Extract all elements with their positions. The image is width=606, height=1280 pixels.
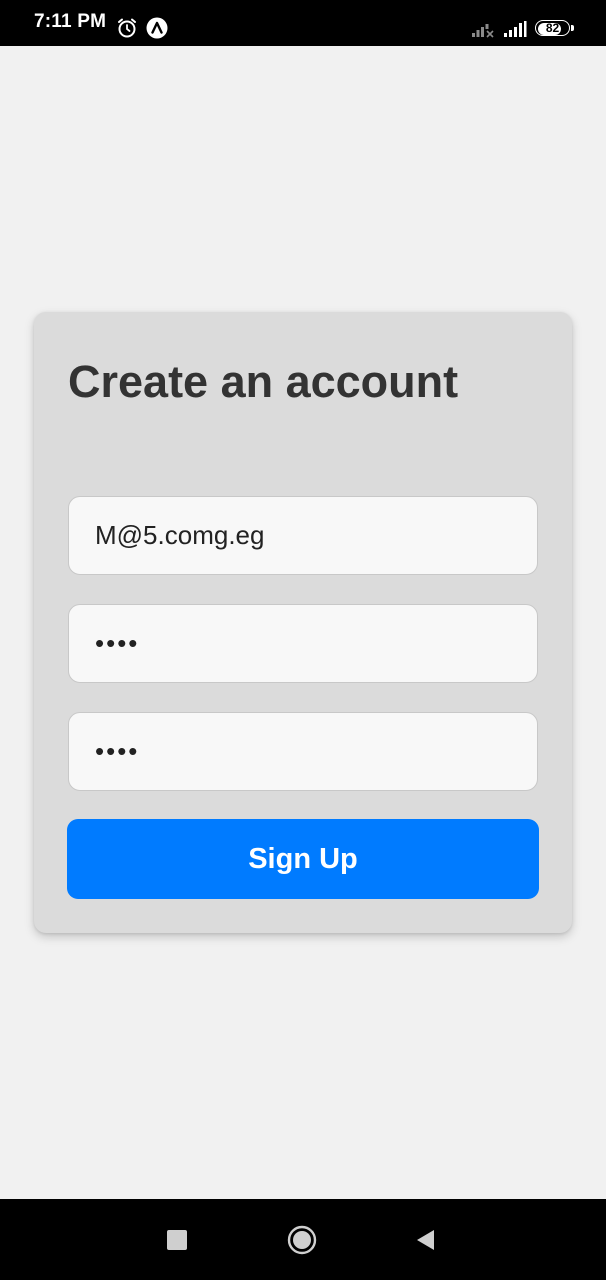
page-title: Create an account [68, 356, 459, 407]
status-time: 7:11 PM [34, 11, 107, 32]
navigation-bar [0, 1199, 606, 1280]
password-input[interactable] [68, 604, 538, 683]
battery-icon: 82 [535, 20, 575, 38]
signal-icon [504, 21, 527, 37]
signup-card: Create an account Sign Up [34, 312, 572, 933]
status-bar: 7:11 PM 82 [0, 0, 606, 46]
confirm-password-input[interactable] [68, 712, 538, 791]
alarm-icon [118, 18, 136, 38]
back-icon[interactable] [414, 1228, 436, 1252]
battery-tip [571, 25, 574, 31]
email-input[interactable] [68, 496, 538, 575]
battery-percent: 82 [545, 21, 560, 35]
sign-up-button[interactable]: Sign Up [67, 819, 539, 899]
home-icon[interactable] [287, 1225, 317, 1255]
recents-icon[interactable] [167, 1230, 187, 1250]
app-notification-icon [146, 17, 168, 39]
signal-no-data-icon [472, 24, 494, 38]
